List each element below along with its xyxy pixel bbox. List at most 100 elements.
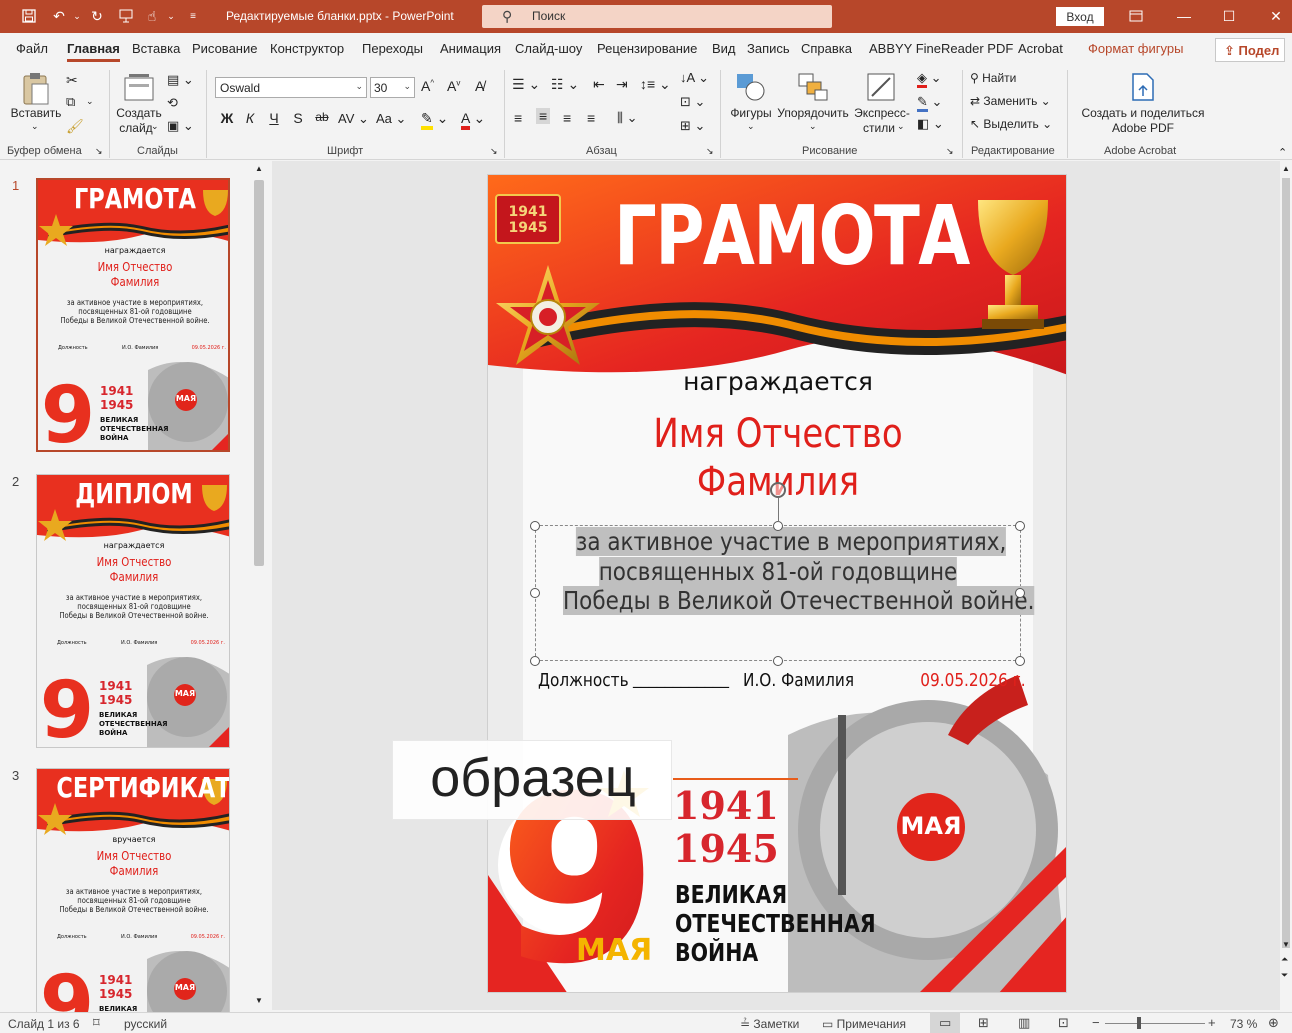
- section-icon[interactable]: ▣ ⌄: [167, 118, 194, 134]
- new-slide-dropdown-icon[interactable]: ⌄: [151, 121, 159, 132]
- bullets-icon[interactable]: ☰ ⌄: [512, 76, 540, 93]
- zoom-out-icon[interactable]: −: [1092, 1015, 1100, 1030]
- slide-thumbnail-2[interactable]: 9 ДИПЛОМ награждается Имя Отчество Фамил…: [36, 474, 230, 748]
- reason-line-2[interactable]: посвященных 81-ой годовщине: [576, 557, 980, 587]
- search-box[interactable]: ⚲ Поиск: [482, 5, 832, 28]
- select-button[interactable]: ↖ Выделить ⌄: [970, 117, 1052, 131]
- resize-handle[interactable]: [530, 588, 540, 598]
- smartart-icon[interactable]: ⊞ ⌄: [680, 118, 705, 134]
- reason-line-3[interactable]: Победы в Великой Отечественной войне.: [563, 586, 1035, 616]
- clear-format-icon[interactable]: A̸: [475, 78, 484, 94]
- tab-review[interactable]: Рецензирование: [597, 41, 697, 56]
- zoom-slider-thumb[interactable]: [1137, 1017, 1141, 1029]
- zoom-slider[interactable]: [1105, 1023, 1205, 1024]
- paste-dropdown-icon[interactable]: ⌄: [31, 121, 39, 132]
- slide-sorter-icon[interactable]: ⊞: [978, 1015, 989, 1031]
- shapes-button[interactable]: Фигуры: [724, 106, 778, 121]
- redo-icon[interactable]: ↻: [88, 7, 106, 25]
- save-icon[interactable]: [20, 7, 38, 25]
- touch-mode-icon[interactable]: ☝: [143, 7, 161, 25]
- tab-file[interactable]: Файл: [16, 41, 48, 56]
- find-button[interactable]: ⚲ Найти: [970, 71, 1016, 85]
- adobe-pdf-icon[interactable]: [1130, 72, 1156, 105]
- align-right-icon[interactable]: ≡: [563, 110, 571, 126]
- shape-fill-icon[interactable]: ◈ ⌄: [917, 70, 942, 88]
- cut-icon[interactable]: ✂: [66, 72, 78, 89]
- slide-thumbnail-3[interactable]: 9 СЕРТИФИКАТ вручается Имя Отчество Фами…: [36, 768, 230, 1033]
- main-slide[interactable]: 9 1941 1945 ГРАМОТА награждается Имя Отч…: [487, 174, 1067, 993]
- presentation-icon[interactable]: [117, 7, 135, 25]
- arrange-dropdown-icon[interactable]: ⌄: [809, 121, 817, 132]
- resize-handle[interactable]: [773, 656, 783, 666]
- resize-handle[interactable]: [530, 656, 540, 666]
- tab-home[interactable]: Главная: [67, 41, 120, 62]
- scroll-thumb[interactable]: [254, 180, 264, 566]
- rotate-handle-icon[interactable]: [770, 482, 786, 498]
- login-button[interactable]: Вход: [1056, 7, 1104, 26]
- tab-help[interactable]: Справка: [801, 41, 852, 56]
- quick-styles-icon[interactable]: [866, 72, 898, 105]
- drawing-launcher-icon[interactable]: ↘: [946, 146, 954, 157]
- new-slide-label-1[interactable]: Создать: [113, 106, 165, 121]
- notes-button[interactable]: ≟ Заметки: [740, 1017, 799, 1031]
- language-indicator[interactable]: русский: [124, 1017, 167, 1031]
- shape-effects-icon[interactable]: ◧ ⌄: [917, 116, 944, 132]
- copy-icon[interactable]: ⧉: [66, 94, 75, 110]
- font-color-icon[interactable]: A ⌄: [461, 110, 485, 130]
- line-spacing-icon[interactable]: ↕≡ ⌄: [640, 76, 671, 93]
- shape-outline-icon[interactable]: ✎ ⌄: [917, 94, 942, 112]
- collapse-ribbon-icon[interactable]: ⌃: [1278, 146, 1287, 159]
- bold-button[interactable]: Ж: [217, 110, 237, 126]
- align-left-icon[interactable]: ≡: [514, 110, 522, 126]
- arrange-button[interactable]: Упорядочить: [776, 106, 850, 121]
- shapes-dropdown-icon[interactable]: ⌄: [747, 121, 755, 132]
- reading-view-icon[interactable]: ▥: [1018, 1015, 1030, 1031]
- reason-line-1[interactable]: за активное участие в мероприятиях,: [575, 527, 1007, 557]
- resize-handle[interactable]: [530, 521, 540, 531]
- minimize-icon[interactable]: —: [1172, 6, 1196, 26]
- justify-icon[interactable]: ≡: [587, 110, 595, 126]
- shapes-icon[interactable]: [735, 72, 767, 105]
- tab-draw[interactable]: Рисование: [192, 41, 257, 56]
- numbering-icon[interactable]: ☷ ⌄: [551, 76, 579, 93]
- layout-icon[interactable]: ▤ ⌄: [167, 72, 194, 88]
- accessibility-icon[interactable]: ⌑: [93, 1015, 100, 1031]
- undo-dropdown-icon[interactable]: ⌄: [68, 7, 86, 25]
- comments-button[interactable]: ▭ Примечания: [822, 1017, 906, 1031]
- grow-font-icon[interactable]: A^: [421, 78, 434, 94]
- resize-handle[interactable]: [1015, 521, 1025, 531]
- zoom-in-icon[interactable]: +: [1208, 1015, 1216, 1030]
- fit-to-window-icon[interactable]: ⊕: [1268, 1015, 1279, 1031]
- quick-styles-dropdown-icon[interactable]: ⌄: [897, 121, 905, 132]
- text-direction-icon[interactable]: ↓A ⌄: [680, 70, 709, 86]
- thumbnails-scrollbar[interactable]: ▲ ▼: [252, 162, 266, 1010]
- scroll-down-icon[interactable]: ▼: [1282, 940, 1290, 949]
- next-slide-icon[interactable]: ⏷: [1281, 970, 1288, 981]
- scroll-up-icon[interactable]: ▲: [255, 164, 263, 173]
- tab-abbyy[interactable]: ABBYY FineReader PDF: [869, 41, 1013, 56]
- create-pdf-label-1[interactable]: Создать и поделиться: [1076, 106, 1210, 121]
- tab-design[interactable]: Конструктор: [270, 41, 344, 56]
- decrease-indent-icon[interactable]: ⇤: [593, 76, 605, 93]
- tab-slideshow[interactable]: Слайд-шоу: [515, 41, 582, 56]
- slide-thumbnail-1[interactable]: 9 ГРАМОТА награждается Имя Отчество Фами…: [36, 178, 230, 452]
- columns-icon[interactable]: ⫼ ⌄: [617, 110, 638, 126]
- shrink-font-icon[interactable]: Av: [447, 78, 460, 94]
- clipboard-launcher-icon[interactable]: ↘: [95, 146, 103, 157]
- arrange-icon[interactable]: [797, 72, 829, 105]
- highlight-icon[interactable]: ✎ ⌄: [421, 110, 448, 130]
- reset-icon[interactable]: ⟲: [167, 95, 178, 111]
- close-icon[interactable]: ✕: [1264, 6, 1288, 26]
- canvas-scrollbar[interactable]: ▲ ▼ ⏶ ⏷: [1280, 162, 1292, 1010]
- tab-transitions[interactable]: Переходы: [362, 41, 423, 56]
- create-pdf-label-2[interactable]: Adobe PDF: [1076, 121, 1210, 136]
- resize-handle[interactable]: [1015, 588, 1025, 598]
- scroll-thumb[interactable]: [1282, 178, 1290, 948]
- strike-button[interactable]: ab: [312, 110, 332, 124]
- increase-indent-icon[interactable]: ⇥: [616, 76, 628, 93]
- tab-acrobat[interactable]: Acrobat: [1018, 41, 1063, 56]
- prev-slide-icon[interactable]: ⏶: [1281, 954, 1288, 965]
- replace-button[interactable]: ⇄ Заменить ⌄: [970, 94, 1051, 108]
- new-slide-icon[interactable]: [123, 72, 155, 105]
- tab-animations[interactable]: Анимация: [440, 41, 501, 56]
